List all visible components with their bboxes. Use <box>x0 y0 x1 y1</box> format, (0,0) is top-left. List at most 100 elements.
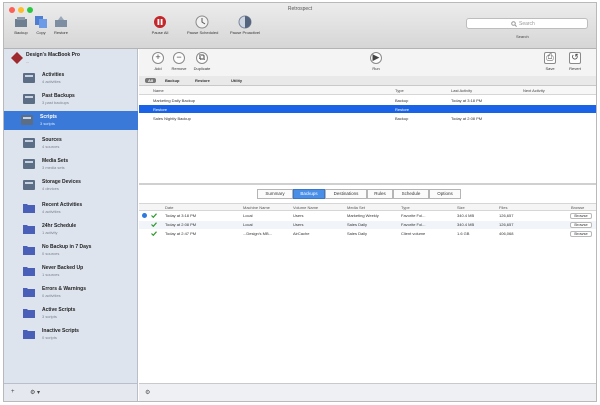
search-input[interactable]: Search <box>466 18 588 29</box>
col-name[interactable]: Name <box>153 88 164 93</box>
detail-col-size[interactable]: Size <box>457 205 465 210</box>
sidebar-item[interactable]: Sources 4 sources <box>14 134 136 153</box>
tab-backups[interactable]: Backups <box>293 189 325 199</box>
sidebar-item[interactable]: Scripts 3 scripts <box>4 111 138 130</box>
script-last-activity: Today at 3:18 PM <box>451 98 483 103</box>
sidebar-item-sub: 3 scripts <box>42 314 57 319</box>
computer-icon <box>11 52 23 64</box>
tab-summary[interactable]: Summary <box>257 189 293 199</box>
revert-script-label: Revert <box>569 66 581 71</box>
sidebar-item[interactable]: Inactive Scripts 0 scripts <box>14 325 136 344</box>
save-script-button[interactable]: ⎙ Save <box>539 52 561 71</box>
sidebar-item[interactable]: Storage Devices 4 devices <box>14 176 136 195</box>
remove-script-icon: − <box>173 52 185 64</box>
sidebar-item[interactable]: Activities 4 activities <box>14 69 136 88</box>
folder-icon <box>23 204 35 213</box>
sidebar-item[interactable]: Active Scripts 3 scripts <box>14 304 136 323</box>
backup-row[interactable]: Today at 2:47 PM ...Design's MB... AirCach… <box>139 230 596 238</box>
media-sets-icon <box>23 159 35 169</box>
col-type[interactable]: Type <box>395 88 404 93</box>
backup-row[interactable]: Today at 2:08 PM Local Users Sales Daily Fav… <box>139 221 596 229</box>
revert-script-button[interactable]: ↺ Revert <box>564 52 586 71</box>
sidebar-item[interactable]: 24hr Schedule 1 activity <box>14 220 136 239</box>
sidebar-item[interactable]: Media Sets 3 media sets <box>14 155 136 174</box>
main-panel: + Add − Remove ⧉ Duplicate ▶ Run ⎙ Save ↺ Revert Al… <box>139 49 596 401</box>
backup-volume: Users <box>293 222 304 227</box>
filter-tab-restore[interactable]: Restore <box>195 78 210 83</box>
detail-col-type[interactable]: Type <box>401 205 410 210</box>
pause-proactive-button[interactable]: Pause ProactiveI <box>230 15 260 35</box>
tab-schedule[interactable]: Schedule <box>393 189 429 199</box>
main-footer: ⚙ <box>139 383 596 401</box>
detail-col-date[interactable]: Date <box>165 205 173 210</box>
remove-script-button[interactable]: − Remove <box>168 52 190 71</box>
backup-date: Today at 3:18 PM <box>165 213 197 218</box>
browse-button[interactable]: Browse <box>570 231 592 237</box>
sidebar-item[interactable]: No Backup in 7 Days 0 sources <box>14 241 136 260</box>
detail-col-media-set[interactable]: Media Set <box>347 205 365 210</box>
action-gear-icon[interactable]: ⚙ <box>145 389 150 396</box>
script-last-activity: Today at 2:08 PM <box>451 116 483 121</box>
browse-button[interactable]: Browse <box>570 222 592 228</box>
backup-size: 340.4 MB <box>457 213 475 218</box>
sidebar-item-sub: 3 past backups <box>42 100 69 105</box>
gear-menu-button[interactable]: ⚙ ▾ <box>30 389 40 396</box>
sidebar-item[interactable]: Errors & Warnings 0 activities <box>14 283 136 302</box>
activities-icon <box>23 73 35 83</box>
filter-tab-backup[interactable]: Backup <box>165 78 179 83</box>
backup-type: Client volume <box>401 231 426 236</box>
scripts-toolbar: + Add − Remove ⧉ Duplicate ▶ Run ⎙ Save ↺ Revert <box>139 49 596 76</box>
sidebar-item-name: 24hr Schedule <box>42 223 77 229</box>
script-row[interactable]: Sales Nightly Backup Backup Today at 2:08 … <box>139 114 596 122</box>
storage-devices-icon <box>23 180 35 190</box>
backup-machine: Local <box>243 213 253 218</box>
add-sidebar-button[interactable]: + <box>11 389 15 395</box>
browse-button[interactable]: Browse <box>570 213 592 219</box>
add-script-icon: + <box>152 52 164 64</box>
sidebar-item-name: Errors & Warnings <box>42 286 86 292</box>
tab-destinations[interactable]: Destinations <box>325 189 367 199</box>
info-icon[interactable] <box>142 213 147 218</box>
col-next-activity[interactable]: Next Activity <box>523 88 545 93</box>
restore-button[interactable]: Restore <box>46 15 76 35</box>
search-label: Search <box>516 34 529 39</box>
pane-splitter[interactable] <box>139 183 596 185</box>
col-last-activity[interactable]: Last Activity <box>451 88 472 93</box>
script-row[interactable]: Marketing Daily Backup Backup Today at 3:1… <box>139 96 596 104</box>
backup-media: Marketing Weekly <box>347 213 379 218</box>
tab-options[interactable]: Options <box>429 189 461 199</box>
filter-tab-utility[interactable]: Utility <box>231 78 242 83</box>
run-script-button[interactable]: ▶ Run <box>365 52 387 71</box>
sidebar-item[interactable]: Recent Activities 4 activities <box>14 199 136 218</box>
detail-col-volume-name[interactable]: Volume Name <box>293 205 318 210</box>
backup-row[interactable]: Today at 3:18 PM Local Users Marketing Week… <box>139 212 596 220</box>
save-script-label: Save <box>545 66 555 71</box>
backup-type: Favorite Fol... <box>401 213 426 218</box>
sidebar-item-sub: 4 activities <box>42 79 61 84</box>
detail-table-header: Date Machine Name Volume Name Media Set Type… <box>139 203 596 211</box>
tab-rules[interactable]: Rules <box>367 189 393 199</box>
detail-col-files[interactable]: Files <box>499 205 507 210</box>
detail-col-browse[interactable]: Browse <box>571 205 584 210</box>
sidebar-item[interactable]: Past Backups 3 past backups <box>14 90 136 109</box>
app-window: Retrospect Backup Copy Restore Pause All… <box>3 2 597 402</box>
detail-col-machine-name[interactable]: Machine Name <box>243 205 270 210</box>
add-script-label: Add <box>154 66 162 71</box>
script-type: Backup <box>395 116 409 121</box>
device-item[interactable]: Design's MacBook Pro ... <box>8 51 136 67</box>
sidebar-item-name: Never Backed Up <box>42 265 84 271</box>
backup-size: 340.4 MB <box>457 222 475 227</box>
pause-scheduled-button[interactable]: Pause Scheduled <box>187 15 218 35</box>
search-placeholder: Search <box>519 21 535 27</box>
duplicate-script-button[interactable]: ⧉ Duplicate <box>191 52 213 71</box>
pause-all-button[interactable]: Pause All <box>145 15 175 35</box>
add-script-button[interactable]: + Add <box>147 52 169 71</box>
pause-proactive-icon <box>238 15 252 29</box>
sidebar-item-name: Sources <box>42 137 62 143</box>
run-script-label: Run <box>372 66 380 71</box>
sidebar-item[interactable]: Never Backed Up 1 sources <box>14 262 136 281</box>
sidebar-item-name: Scripts <box>40 114 57 120</box>
filter-tab-all[interactable]: All <box>145 78 157 83</box>
backup-files: 126,657 <box>499 222 514 227</box>
script-row[interactable]: Restore Restore <box>139 105 596 113</box>
